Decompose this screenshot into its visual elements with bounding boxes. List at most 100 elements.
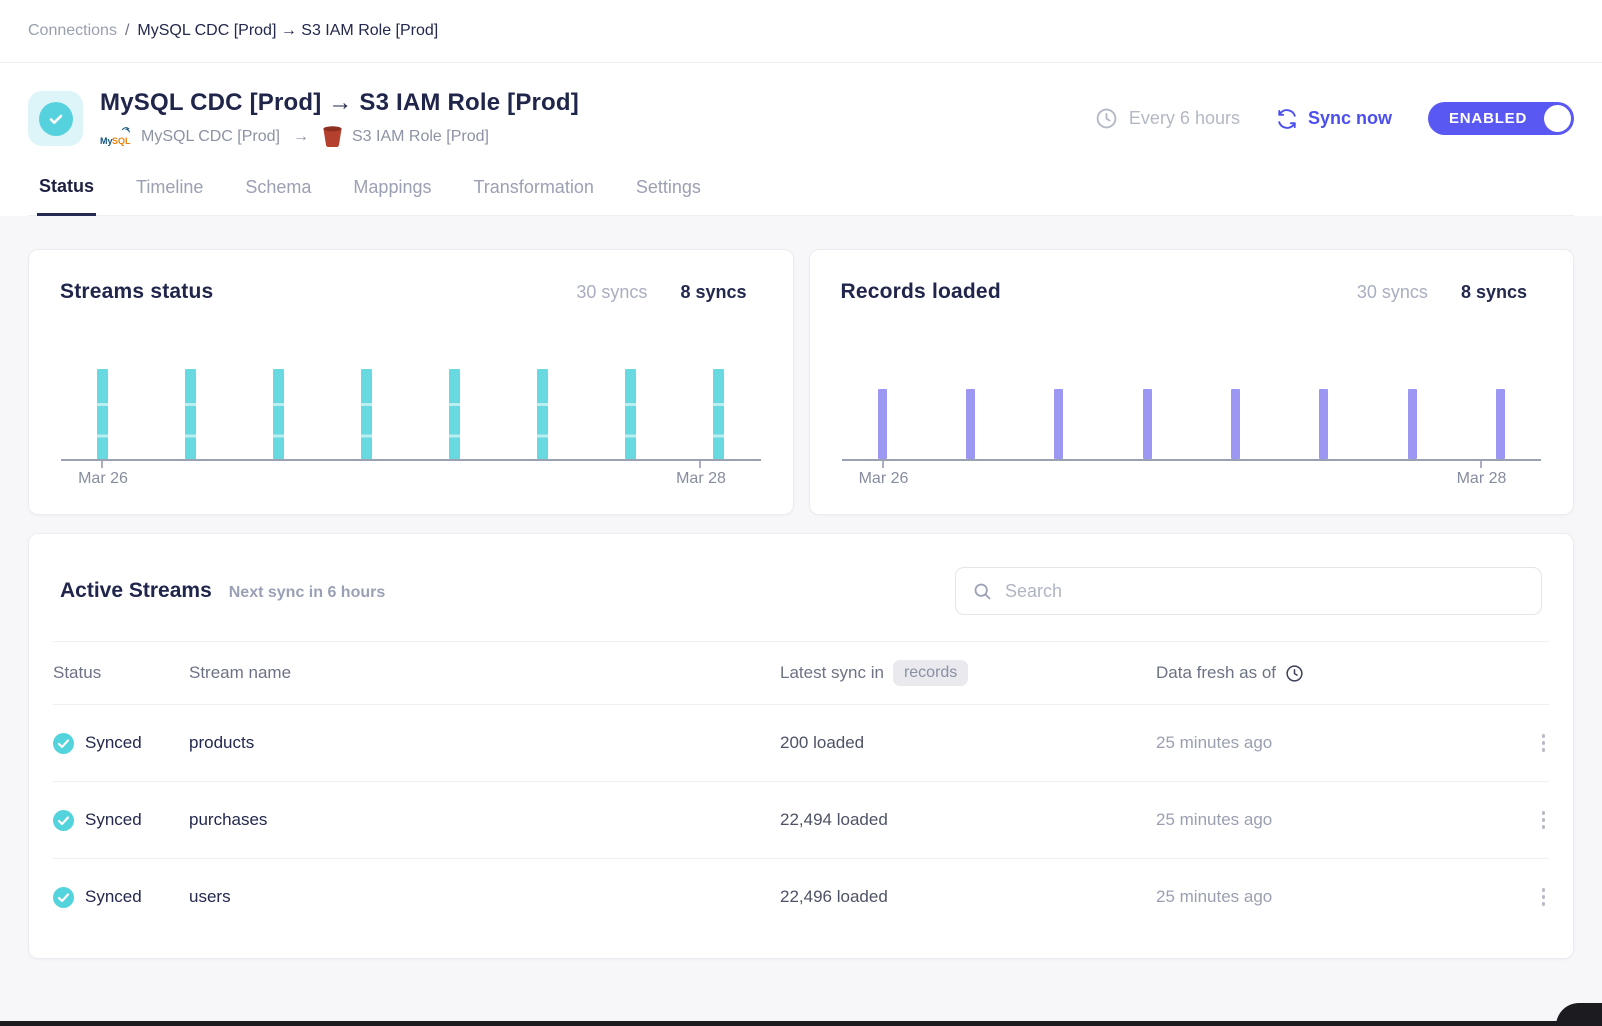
- chart-bar: [185, 369, 196, 459]
- chart-bar: [449, 369, 460, 459]
- chart-bar: [273, 369, 284, 459]
- records-unit-badge[interactable]: records: [893, 660, 968, 686]
- col-latest-sync: Latest sync in: [780, 663, 884, 683]
- breadcrumb-connections-link[interactable]: Connections: [28, 22, 117, 40]
- schedule-label: Every 6 hours: [1129, 108, 1240, 129]
- streams-status-bars: [61, 369, 761, 461]
- axis-tick: [1480, 461, 1482, 468]
- tab-timeline[interactable]: Timeline: [134, 176, 205, 215]
- axis-label-end: Mar 28: [1457, 470, 1507, 488]
- row-menu-button[interactable]: [1538, 807, 1550, 833]
- s3-bucket-icon: [322, 125, 343, 148]
- next-sync-label: Next sync in 6 hours: [229, 584, 386, 602]
- row-status: Synced: [85, 733, 142, 753]
- records-loaded: 22,494 loaded: [780, 810, 1156, 830]
- col-data-fresh: Data fresh as of: [1156, 663, 1276, 683]
- sync-now-label: Sync now: [1308, 108, 1392, 129]
- chart-bar: [537, 369, 548, 459]
- svg-text:My: My: [100, 136, 113, 146]
- tab-settings[interactable]: Settings: [634, 176, 703, 215]
- axis-tick: [101, 461, 103, 468]
- check-circle-icon: [39, 102, 73, 136]
- col-status: Status: [53, 663, 189, 683]
- sync-now-button[interactable]: Sync now: [1276, 108, 1392, 130]
- tab-status[interactable]: Status: [37, 176, 96, 216]
- flow-arrow: →: [289, 128, 313, 146]
- enabled-toggle[interactable]: ENABLED: [1428, 102, 1574, 135]
- records-loaded-bars: [842, 389, 1542, 461]
- data-fresh: 25 minutes ago: [1156, 733, 1513, 753]
- chart-bar: [1231, 389, 1240, 459]
- streams-table: Status Stream name Latest sync in record…: [29, 641, 1573, 935]
- axis-label-start: Mar 26: [78, 470, 128, 488]
- stream-name: users: [189, 887, 780, 907]
- clock-icon: [1095, 107, 1118, 130]
- synced-check-icon: [53, 810, 74, 831]
- row-status: Synced: [85, 810, 142, 830]
- table-row[interactable]: Synced products 200 loaded 25 minutes ag…: [53, 704, 1549, 781]
- refresh-icon: [1276, 108, 1298, 130]
- sync-schedule: Every 6 hours: [1095, 107, 1240, 130]
- axis-tick: [882, 461, 884, 468]
- active-streams-card: Active Streams Next sync in 6 hours Stat…: [28, 533, 1574, 959]
- row-status: Synced: [85, 887, 142, 907]
- records-total-syncs[interactable]: 30 syncs: [1357, 282, 1428, 303]
- chart-bar: [1143, 389, 1152, 459]
- tab-transformation[interactable]: Transformation: [471, 176, 595, 215]
- axis-label-start: Mar 26: [859, 470, 909, 488]
- row-menu-button[interactable]: [1538, 730, 1550, 756]
- records-loaded-chart: Mar 26 Mar 28: [842, 304, 1542, 461]
- toggle-knob: [1544, 105, 1571, 132]
- table-row[interactable]: Synced purchases 22,494 loaded 25 minute…: [53, 781, 1549, 858]
- bottom-dark-corner: [1556, 1003, 1602, 1026]
- mysql-logo-icon: My SQL: [100, 126, 132, 147]
- data-fresh: 25 minutes ago: [1156, 887, 1513, 907]
- table-header-row: Status Stream name Latest sync in record…: [53, 641, 1549, 704]
- streams-status-title: Streams status: [60, 280, 213, 304]
- chart-bar: [1408, 389, 1417, 459]
- axis-label-end: Mar 28: [676, 470, 726, 488]
- stream-search[interactable]: [955, 567, 1542, 615]
- streams-total-syncs[interactable]: 30 syncs: [576, 282, 647, 303]
- tab-schema[interactable]: Schema: [243, 176, 313, 215]
- page-title: MySQL CDC [Prod] → S3 IAM Role [Prod]: [100, 89, 579, 117]
- chart-bar: [713, 369, 724, 459]
- chart-bar: [1319, 389, 1328, 459]
- chart-bar: [1054, 389, 1063, 459]
- records-loaded-card: Records loaded 30 syncs 8 syncs Mar 26 M…: [809, 249, 1575, 515]
- tab-mappings[interactable]: Mappings: [351, 176, 433, 215]
- clock-icon-small: [1285, 664, 1304, 683]
- streams-status-card: Streams status 30 syncs 8 syncs Mar 26 M…: [28, 249, 794, 515]
- chart-bar: [878, 389, 887, 459]
- synced-check-icon: [53, 733, 74, 754]
- chart-bar: [361, 369, 372, 459]
- search-icon: [972, 581, 993, 602]
- stream-name: purchases: [189, 810, 780, 830]
- records-loaded: 22,496 loaded: [780, 887, 1156, 907]
- chart-bar: [1496, 389, 1505, 459]
- synced-check-icon: [53, 887, 74, 908]
- chart-bar: [97, 369, 108, 459]
- connection-header: MySQL CDC [Prod] → S3 IAM Role [Prod] My…: [0, 63, 1602, 216]
- chart-bar: [966, 389, 975, 459]
- breadcrumb: Connections / MySQL CDC [Prod] → S3 IAM …: [0, 0, 1602, 63]
- stream-name: products: [189, 733, 780, 753]
- records-loaded-title: Records loaded: [841, 280, 1001, 304]
- streams-status-chart: Mar 26 Mar 28: [61, 304, 761, 461]
- svg-text:SQL: SQL: [112, 136, 131, 146]
- col-stream-name: Stream name: [189, 663, 780, 683]
- streams-shown-syncs[interactable]: 8 syncs: [680, 282, 746, 303]
- connection-status-badge: [28, 91, 83, 146]
- chart-bar: [625, 369, 636, 459]
- bottom-dark-edge: [0, 1021, 1602, 1026]
- active-streams-title: Active Streams: [60, 579, 212, 603]
- table-row[interactable]: Synced users 22,496 loaded 25 minutes ag…: [53, 858, 1549, 935]
- search-input[interactable]: [1005, 581, 1525, 602]
- breadcrumb-current: MySQL CDC [Prod] → S3 IAM Role [Prod]: [137, 22, 438, 40]
- destination-name: S3 IAM Role [Prod]: [352, 128, 489, 146]
- row-menu-button[interactable]: [1538, 884, 1550, 910]
- records-shown-syncs[interactable]: 8 syncs: [1461, 282, 1527, 303]
- connection-tabs: Status Timeline Schema Mappings Transfor…: [28, 176, 1574, 216]
- axis-tick: [699, 461, 701, 468]
- records-loaded: 200 loaded: [780, 733, 1156, 753]
